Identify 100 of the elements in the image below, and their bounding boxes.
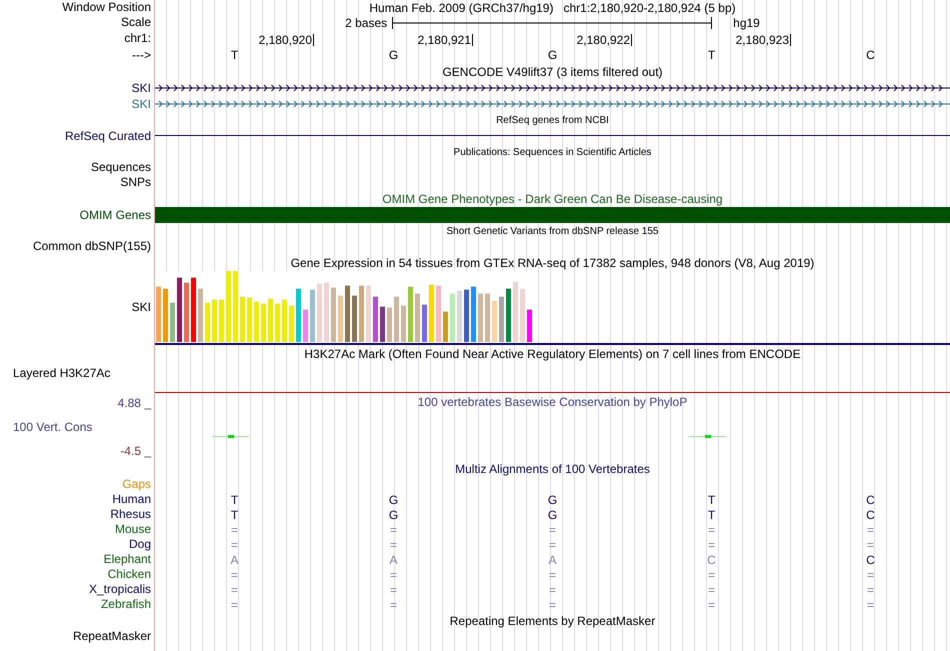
aligned-base: = <box>548 598 556 610</box>
track-label: Layered H3K27Ac <box>13 366 110 380</box>
expression-bar <box>156 286 161 342</box>
aligned-base: G <box>548 494 558 506</box>
expression-bar <box>471 286 476 342</box>
expression-bar <box>226 271 231 342</box>
track-label: Scale <box>120 15 151 30</box>
aligned-base: = <box>390 538 397 550</box>
expression-bar <box>163 288 168 342</box>
track-label: Dog <box>128 537 151 552</box>
scale-length: 2 bases <box>345 16 388 30</box>
aligned-base: C <box>866 508 875 520</box>
aligned-base: = <box>708 568 715 580</box>
expression-bar <box>212 300 217 342</box>
expression-bar <box>492 300 497 342</box>
aligned-base: G <box>388 494 398 506</box>
aligned-base: T <box>230 508 238 520</box>
track-label: chr1: <box>124 30 151 47</box>
track-title: Publications: Sequences in Scientific Articles <box>454 146 652 158</box>
aligned-base: C <box>866 494 875 506</box>
aligned-base: = <box>866 584 874 596</box>
expression-bar <box>233 271 238 342</box>
expression-bar <box>436 286 441 342</box>
aligned-base: = <box>866 568 874 580</box>
expression-bar <box>429 284 434 342</box>
expression-bar <box>282 300 287 342</box>
track-label: RefSeq Curated <box>64 128 151 144</box>
base-letter: T <box>708 49 716 61</box>
expression-bar <box>191 278 196 342</box>
ruler-tick-label: 2,180,920 <box>258 34 314 46</box>
aligned-base: = <box>390 598 397 610</box>
expression-bar <box>359 286 364 342</box>
track-label: RepeatMasker <box>72 629 151 644</box>
aligned-base: = <box>866 598 874 610</box>
expression-bar <box>331 288 336 342</box>
aligned-base: A <box>389 554 398 566</box>
track-label: Rhesus <box>110 507 151 522</box>
aligned-base: = <box>548 538 556 550</box>
expression-bar <box>485 294 490 342</box>
track-label: Common dbSNP(155) <box>32 239 151 254</box>
aligned-base: = <box>230 538 238 550</box>
track-title: GENCODE V49lift37 (3 items filtered out) <box>442 64 663 78</box>
track-label: OMIM Genes <box>80 207 151 223</box>
expression-bar <box>275 304 280 342</box>
track-label: SNPs <box>120 175 151 190</box>
aligned-base: = <box>230 568 238 580</box>
track-label: Sequences <box>90 160 151 175</box>
track-label: Gaps <box>122 477 151 492</box>
expression-bar <box>303 310 308 342</box>
aligned-base: = <box>230 584 238 596</box>
track-label: Elephant <box>104 552 151 567</box>
aligned-base: = <box>866 538 874 550</box>
aligned-base: = <box>708 598 715 610</box>
expression-bar <box>506 288 511 342</box>
track-label: Mouse <box>114 522 151 537</box>
expression-bar <box>184 282 189 342</box>
track-title: 100 vertebrates Basewise Conservation by PhyloP <box>418 394 688 408</box>
expression-bar <box>240 296 245 342</box>
aligned-base: = <box>708 538 715 550</box>
axis-max-label: 4.88 _ <box>118 396 151 410</box>
track-label: 100 Vert. Cons <box>13 420 92 434</box>
expression-bar <box>387 308 392 342</box>
assembly-label: hg19 <box>733 16 760 30</box>
expression-bar <box>317 284 322 342</box>
expression-bar <box>254 302 259 342</box>
track-title: Multiz Alignments of 100 Vertebrates <box>455 462 650 476</box>
assembly-name: Human Feb. 2009 (GRCh37/hg19) <box>369 0 554 14</box>
position-text: chr1:2,180,920-2,180,924 (5 bp) <box>563 0 736 14</box>
track-label: X_tropicalis <box>88 582 151 597</box>
aligned-base: A <box>230 554 238 566</box>
aligned-base: G <box>388 508 398 520</box>
expression-bar <box>401 306 406 342</box>
aligned-base: G <box>548 508 558 520</box>
aligned-base: = <box>390 584 397 596</box>
aligned-base: = <box>390 524 397 536</box>
track-label: Window Position <box>62 0 151 15</box>
base-letter: T <box>230 49 238 61</box>
ruler-tick-label: 2,180,922 <box>576 34 632 46</box>
expression-bar <box>205 302 210 342</box>
expression-bar <box>310 290 315 342</box>
expression-bar <box>443 312 448 342</box>
expression-bar <box>408 286 413 342</box>
conservation-mark <box>689 435 726 438</box>
expression-bar <box>247 298 252 342</box>
expression-bar <box>268 298 273 342</box>
aligned-base: = <box>230 598 238 610</box>
aligned-base: C <box>866 554 875 566</box>
expression-bar <box>394 296 399 342</box>
aligned-base: = <box>548 584 556 596</box>
expression-bar <box>170 302 175 342</box>
aligned-base: = <box>390 568 397 580</box>
expression-bar <box>478 294 483 342</box>
expression-bar <box>464 290 469 342</box>
expression-bar <box>177 278 182 342</box>
track-label: Chicken <box>108 567 151 582</box>
expression-bar <box>380 306 385 342</box>
expression-bar <box>520 288 525 342</box>
aligned-base: T <box>708 494 716 506</box>
expression-bar <box>324 282 329 342</box>
expression-bar <box>450 294 455 342</box>
